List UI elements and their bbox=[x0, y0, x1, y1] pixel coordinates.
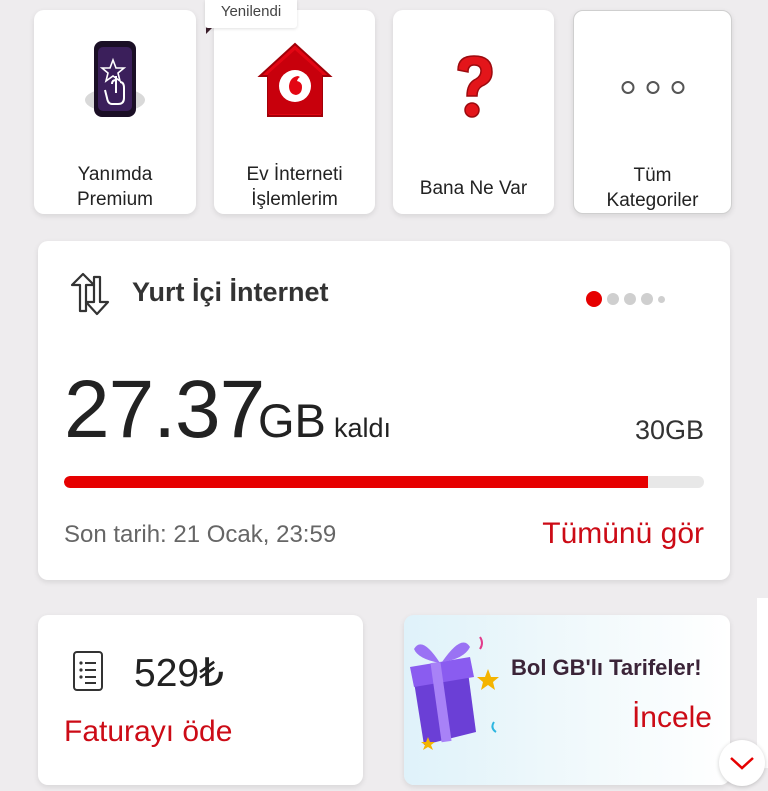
remaining-value: 27.37 bbox=[64, 364, 265, 455]
shortcut-label: Bana Ne Var bbox=[419, 178, 528, 199]
pager-dot[interactable] bbox=[624, 293, 636, 305]
bill-amount: 529₺ bbox=[134, 652, 224, 695]
pager-dot[interactable] bbox=[607, 293, 619, 305]
carousel-pager[interactable] bbox=[586, 291, 665, 307]
pay-bill-link[interactable]: Faturayı öde bbox=[64, 715, 232, 749]
remaining-suffix: kaldı bbox=[334, 413, 392, 443]
shortcut-label: Premium bbox=[76, 189, 153, 210]
shortcut-label: Yanımda bbox=[77, 164, 153, 185]
pager-dot-active[interactable] bbox=[586, 291, 602, 307]
shortcut-bana-ne-var[interactable]: Bana Ne Var bbox=[393, 10, 554, 214]
promo-cta-link[interactable]: İncele bbox=[632, 701, 712, 735]
total-quota: 30GB bbox=[634, 415, 704, 445]
pager-dot[interactable] bbox=[658, 295, 665, 303]
shortcut-label: Kategoriler bbox=[606, 190, 699, 211]
gift-box-icon bbox=[404, 627, 504, 762]
deadline-text: Son tarih: 21 Ocak, 23:59 bbox=[64, 521, 337, 548]
see-all-link[interactable]: Tümünü gör bbox=[542, 517, 704, 551]
promo-card[interactable]: Bol GB'lı Tarifeler! İncele bbox=[404, 615, 730, 785]
promo-title: Bol GB'lı Tarifeler! bbox=[511, 655, 702, 680]
shortcut-label: İşlemlerim bbox=[251, 189, 338, 210]
premium-phone-icon bbox=[80, 38, 150, 127]
refresh-tooltip: Yenilendi bbox=[205, 0, 297, 28]
shortcut-label: Tüm bbox=[633, 165, 672, 186]
shortcut-ev-interneti[interactable]: Ev İnterneti İşlemlerim bbox=[214, 10, 375, 214]
scroll-down-button[interactable] bbox=[719, 740, 765, 786]
more-dots-icon bbox=[621, 81, 684, 94]
shortcut-yanimda-premium[interactable]: Yanımda Premium bbox=[34, 10, 196, 214]
bill-card[interactable]: 529₺ Faturayı öde bbox=[38, 615, 363, 785]
shortcut-tum-kategoriler[interactable]: Tüm Kategoriler bbox=[573, 10, 732, 214]
remaining-unit: GB bbox=[258, 394, 326, 447]
invoice-icon bbox=[72, 650, 104, 697]
internet-usage-card[interactable]: Yurt İçi İnternet 27.37 GB kaldı 30GB So… bbox=[38, 241, 730, 580]
home-internet-icon bbox=[252, 36, 338, 127]
tooltip-tail bbox=[206, 27, 213, 34]
question-mark-icon bbox=[450, 52, 498, 127]
chevron-down-icon bbox=[730, 757, 754, 770]
card-title: Yurt İçi İnternet bbox=[132, 277, 329, 307]
usage-progress-bar bbox=[64, 476, 704, 488]
usage-progress-fill bbox=[64, 476, 648, 488]
shortcut-label: Ev İnterneti bbox=[246, 164, 343, 185]
pager-dot[interactable] bbox=[641, 293, 653, 305]
data-transfer-icon bbox=[66, 271, 112, 322]
